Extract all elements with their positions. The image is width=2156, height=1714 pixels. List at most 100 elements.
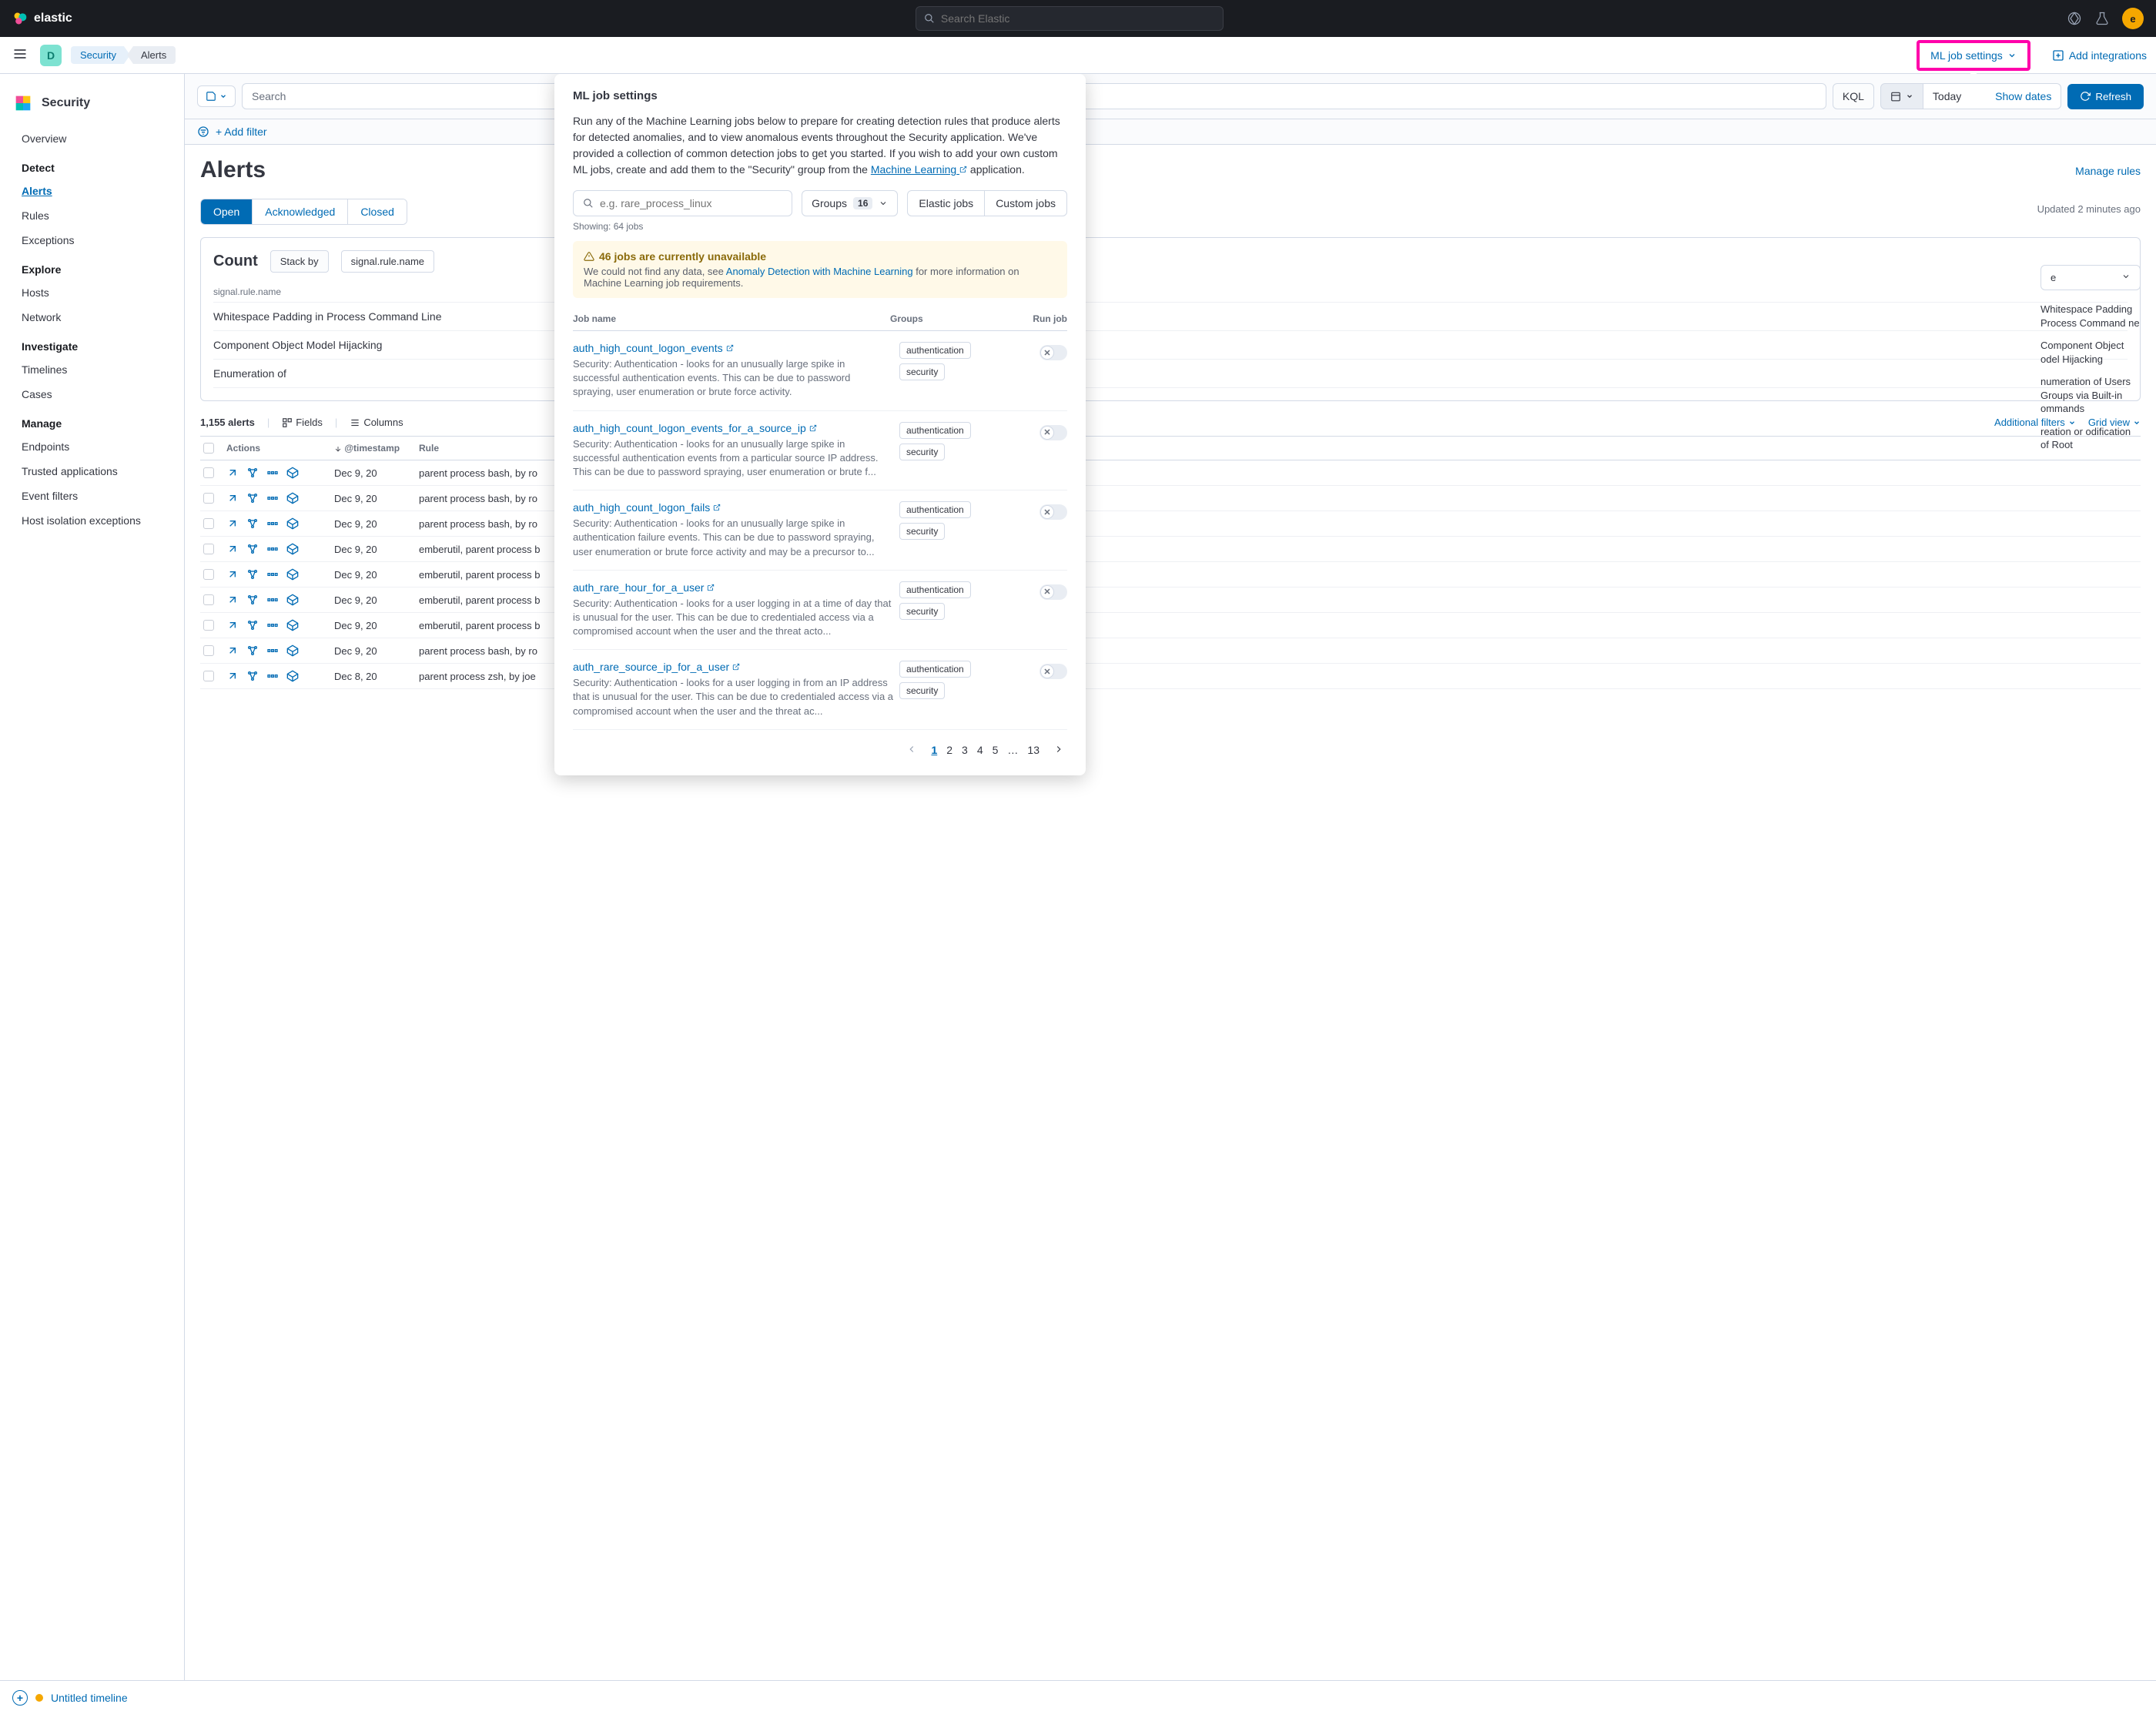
sidebar-item[interactable]: Timelines [0,357,184,382]
page-number[interactable]: 1 [926,741,942,759]
stackby-select[interactable]: signal.rule.name [341,250,434,273]
page-number[interactable]: 3 [957,741,973,759]
page-number[interactable]: 5 [988,741,1003,759]
expand-icon[interactable] [226,543,239,555]
sidebar-item[interactable]: Trusted applications [0,459,184,484]
timeline-footer[interactable]: + Untitled timeline [0,1680,2156,1714]
run-job-toggle[interactable]: ✕ [1040,425,1067,440]
cube-icon[interactable] [286,670,299,682]
global-search[interactable] [916,6,1224,31]
more-icon[interactable] [266,594,279,606]
more-icon[interactable] [266,543,279,555]
row-checkbox[interactable] [203,645,214,656]
row-checkbox[interactable] [203,467,214,478]
sidebar-item[interactable]: Cases [0,382,184,407]
group-tag[interactable]: security [899,444,945,460]
row-checkbox[interactable] [203,594,214,605]
more-icon[interactable] [266,619,279,631]
global-search-input[interactable] [941,12,1215,25]
tab-acknowledged[interactable]: Acknowledged [253,199,348,224]
expand-icon[interactable] [226,619,239,631]
more-icon[interactable] [266,517,279,530]
group-tag[interactable]: authentication [899,501,971,518]
analyze-icon[interactable] [246,594,259,606]
more-icon[interactable] [266,492,279,504]
row-checkbox[interactable] [203,569,214,580]
saved-query-button[interactable] [197,85,236,107]
timeline-label[interactable]: Untitled timeline [51,1692,128,1704]
group-tag[interactable]: security [899,682,945,699]
add-integrations-button[interactable]: Add integrations [2052,49,2147,62]
legend-item[interactable]: Enumeration of [213,360,2128,388]
sidebar-item[interactable]: Exceptions [0,228,184,253]
page-number[interactable]: 4 [973,741,988,759]
run-job-toggle[interactable]: ✕ [1040,584,1067,600]
tab-custom-jobs[interactable]: Custom jobs [985,191,1066,216]
add-filter-button[interactable]: + Add filter [216,126,267,138]
job-search-input[interactable] [600,197,782,209]
refresh-button[interactable]: Refresh [2067,84,2144,109]
cube-icon[interactable] [286,644,299,657]
sidebar-item[interactable]: Rules [0,203,184,228]
cube-icon[interactable] [286,517,299,530]
more-icon[interactable] [266,467,279,479]
tab-elastic-jobs[interactable]: Elastic jobs [908,191,985,216]
legend-item[interactable]: Whitespace Padding Process Command ne [2040,298,2141,334]
job-name-link[interactable]: auth_rare_source_ip_for_a_user [573,661,740,673]
group-tag[interactable]: authentication [899,422,971,439]
tab-closed[interactable]: Closed [348,199,407,224]
cube-icon[interactable] [286,619,299,631]
col-timestamp[interactable]: @timestamp [334,443,419,454]
sidebar-item[interactable]: Alerts [0,179,184,203]
sidebar-item[interactable]: Endpoints [0,434,184,459]
sidebar-item[interactable]: Host isolation exceptions [0,508,184,533]
job-name-link[interactable]: auth_rare_hour_for_a_user [573,581,715,594]
group-tag[interactable]: authentication [899,581,971,598]
run-job-toggle[interactable]: ✕ [1040,345,1067,360]
analyze-icon[interactable] [246,492,259,504]
row-checkbox[interactable] [203,493,214,504]
select-all-checkbox[interactable] [203,443,214,454]
analyze-icon[interactable] [246,517,259,530]
more-icon[interactable] [266,670,279,682]
space-selector[interactable]: D [40,45,62,66]
expand-icon[interactable] [226,568,239,581]
machine-learning-link[interactable]: Machine Learning [871,163,967,176]
cube-icon[interactable] [286,568,299,581]
ml-job-settings-button[interactable]: ML job settings [1917,40,2030,71]
row-checkbox[interactable] [203,544,214,554]
job-name-link[interactable]: auth_high_count_logon_events_for_a_sourc… [573,422,817,434]
sidebar-item[interactable]: Hosts [0,280,184,305]
query-language-toggle[interactable]: KQL [1833,83,1874,109]
job-name-link[interactable]: auth_high_count_logon_fails [573,501,721,514]
analyze-icon[interactable] [246,619,259,631]
row-checkbox[interactable] [203,620,214,631]
filter-icon[interactable] [197,126,209,138]
group-tag[interactable]: authentication [899,342,971,359]
expand-icon[interactable] [226,670,239,682]
expand-icon[interactable] [226,492,239,504]
legend-item[interactable]: reation or odification of Root [2040,420,2141,457]
job-name-link[interactable]: auth_high_count_logon_events [573,342,734,354]
group-tag[interactable]: security [899,523,945,540]
group-tag[interactable]: security [899,603,945,620]
anomaly-detection-link[interactable]: Anomaly Detection with Machine Learning [726,266,913,277]
cube-icon[interactable] [286,543,299,555]
prev-page-button[interactable] [903,741,920,760]
cube-icon[interactable] [286,492,299,504]
manage-rules-link[interactable]: Manage rules [2075,165,2141,177]
brand-logo[interactable]: elastic [12,11,72,26]
expand-icon[interactable] [226,467,239,479]
legend-item[interactable]: Component Object odel Hijacking [2040,334,2141,370]
add-timeline-icon[interactable]: + [12,1690,28,1706]
expand-icon[interactable] [226,517,239,530]
cube-icon[interactable] [286,467,299,479]
fields-button[interactable]: Fields [282,417,323,428]
legend-item[interactable]: Component Object Model Hijacking [213,331,2128,360]
tab-open[interactable]: Open [201,199,253,224]
date-range-display[interactable]: Today Show dates [1923,83,2061,109]
cube-icon[interactable] [286,594,299,606]
group-tag[interactable]: authentication [899,661,971,678]
group-tag[interactable]: security [899,363,945,380]
show-dates-link[interactable]: Show dates [1995,90,2051,102]
